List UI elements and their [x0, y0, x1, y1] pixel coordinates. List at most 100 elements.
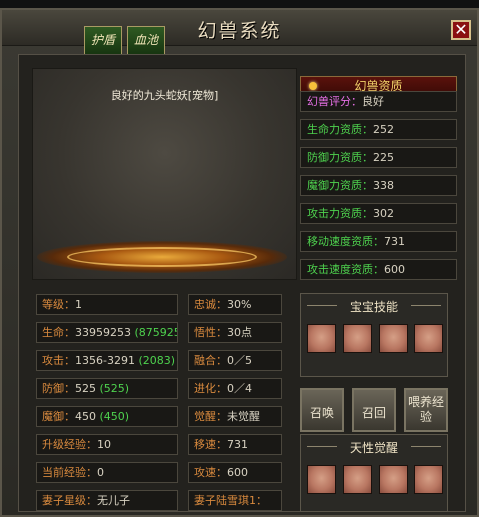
quality-value: 252	[373, 123, 394, 136]
pet-system-window: 幻兽系统 ✕ 护盾 血池 良好的九头蛇妖[宠物] 幻兽资质 幻兽评分：良好 生命…	[0, 8, 479, 517]
stat-label: 忠诚：	[194, 298, 227, 311]
stat-label: 等级：	[42, 298, 75, 311]
stat-value: 0／5	[227, 354, 252, 367]
stat-value: 33959253	[75, 326, 131, 339]
stat-value: 30%	[227, 298, 252, 311]
pet-name: 良好的九头蛇妖[宠物]	[110, 89, 219, 102]
skill-slot[interactable]	[343, 324, 372, 353]
stat-label: 攻速：	[194, 466, 227, 479]
stat-value: 无儿子	[97, 494, 130, 507]
quality-row-defense: 防御力资质：225	[300, 147, 457, 168]
stat-attack-speed: 攻速：600	[188, 462, 282, 483]
stat-label: 悟性：	[194, 326, 227, 339]
stat-label: 升级经验：	[42, 438, 97, 451]
summon-label: 召唤	[309, 406, 334, 420]
stat-hp: 生命：33959253 (8759253)	[36, 322, 178, 343]
stat-label: 进化：	[194, 382, 227, 395]
feed-exp-button[interactable]: 喂养经验	[404, 388, 448, 432]
stat-spouse-star: 妻子星级：无儿子	[36, 490, 178, 511]
feed-exp-label: 喂养经验	[407, 395, 444, 424]
stat-value: 600	[227, 466, 248, 479]
stat-value: 0	[97, 466, 104, 479]
skill-slot[interactable]	[307, 324, 336, 353]
stat-label: 当前经验：	[42, 466, 97, 479]
stat-label: 魔御：	[42, 410, 75, 423]
quality-row-hp: 生命力资质：252	[300, 119, 457, 140]
stat-bonus: (450)	[99, 410, 130, 423]
quality-value: 良好	[362, 95, 384, 108]
stat-defense: 防御：525 (525)	[36, 378, 178, 399]
quality-value: 338	[373, 179, 394, 192]
innate-awakening-panel: 天性觉醒	[300, 434, 448, 512]
quality-label: 魔御力资质：	[307, 179, 373, 192]
quality-label: 防御力资质：	[307, 151, 373, 164]
quality-value: 731	[384, 235, 405, 248]
stat-label: 移速：	[194, 438, 227, 451]
window-title: 幻兽系统	[197, 20, 282, 42]
stat-level: 等级：1	[36, 294, 178, 315]
tab-blood-pool[interactable]: 血池	[127, 26, 165, 54]
stat-value: 450	[75, 410, 96, 423]
awakening-slot[interactable]	[379, 465, 408, 494]
awakening-slot[interactable]	[307, 465, 336, 494]
title-bar[interactable]: 幻兽系统 ✕	[2, 10, 477, 46]
awakening-title: 天性觉醒	[301, 439, 447, 456]
quality-row-magic-defense: 魔御力资质：338	[300, 175, 457, 196]
recall-button[interactable]: 召回	[352, 388, 396, 432]
orb-icon	[309, 82, 317, 90]
quality-label: 生命力资质：	[307, 123, 373, 136]
stat-label: 攻击：	[42, 354, 75, 367]
stat-bonus: (525)	[99, 382, 130, 395]
pet-preview: 良好的九头蛇妖[宠物]	[32, 68, 297, 280]
quality-label: 攻击力资质：	[307, 207, 373, 220]
pet-skills-title: 宝宝技能	[301, 298, 447, 315]
stat-value: 10	[97, 438, 111, 451]
stat-comprehension: 悟性：30点	[188, 322, 282, 343]
stat-label: 妻子星级：	[42, 494, 97, 507]
stat-value: 未觉醒	[227, 410, 260, 423]
quality-label: 移动速度资质：	[307, 235, 384, 248]
stat-bonus: (2083)	[138, 354, 176, 367]
stat-awakening: 觉醒：未觉醒	[188, 406, 282, 427]
skill-slot[interactable]	[379, 324, 408, 353]
stat-spouse: 妻子陆雪琪1：	[188, 490, 282, 511]
recall-label: 召回	[361, 406, 386, 420]
pet-platform-ring	[67, 247, 257, 267]
close-button[interactable]: ✕	[451, 20, 471, 40]
summon-button[interactable]: 召唤	[300, 388, 344, 432]
stat-value: 30点	[227, 326, 252, 339]
stat-evolution: 进化：0／4	[188, 378, 282, 399]
top-status-strip: ········································…	[0, 0, 479, 8]
quality-label: 攻击速度资质：	[307, 263, 384, 276]
stat-fusion: 融合：0／5	[188, 350, 282, 371]
top-strip-text: ········································…	[0, 0, 393, 6]
stat-label: 防御：	[42, 382, 75, 395]
stat-value: 525	[75, 382, 96, 395]
pet-skills-panel: 宝宝技能	[300, 293, 448, 377]
quality-label: 幻兽评分：	[307, 95, 362, 108]
awakening-slot[interactable]	[414, 465, 443, 494]
quality-value: 302	[373, 207, 394, 220]
awakening-slot[interactable]	[343, 465, 372, 494]
stat-value: 0／4	[227, 382, 252, 395]
stat-label: 生命：	[42, 326, 75, 339]
tab-shield[interactable]: 护盾	[84, 26, 122, 54]
stat-value: 731	[227, 438, 248, 451]
stat-loyalty: 忠诚：30%	[188, 294, 282, 315]
stat-label: 觉醒：	[194, 410, 227, 423]
stat-current-exp: 当前经验：0	[36, 462, 178, 483]
quality-row-attack: 攻击力资质：302	[300, 203, 457, 224]
stat-level-exp: 升级经验：10	[36, 434, 178, 455]
stat-bonus: (8759253)	[134, 326, 178, 339]
skill-slot[interactable]	[414, 324, 443, 353]
quality-row-attack-speed: 攻击速度资质：600	[300, 259, 457, 280]
stat-value: 1	[75, 298, 82, 311]
quality-value: 600	[384, 263, 405, 276]
stat-label: 妻子陆雪琪1：	[194, 494, 267, 507]
quality-row-score: 幻兽评分：良好	[300, 91, 457, 112]
stat-move-speed: 移速：731	[188, 434, 282, 455]
stat-magic-defense: 魔御：450 (450)	[36, 406, 178, 427]
quality-value: 225	[373, 151, 394, 164]
stat-label: 融合：	[194, 354, 227, 367]
quality-row-move-speed: 移动速度资质：731	[300, 231, 457, 252]
